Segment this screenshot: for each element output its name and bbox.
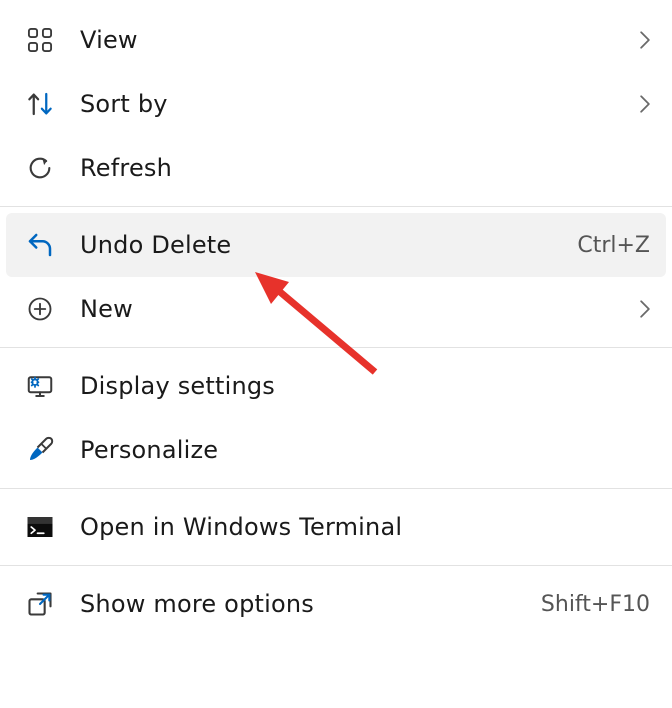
- accelerator: Shift+F10: [541, 592, 650, 617]
- menu-item-label: Show more options: [80, 590, 541, 618]
- personalize-icon: [22, 432, 58, 468]
- divider: [0, 488, 672, 489]
- menu-item-label: Refresh: [80, 154, 654, 182]
- sort-icon: [22, 86, 58, 122]
- refresh-icon: [22, 150, 58, 186]
- undo-icon: [22, 227, 58, 263]
- menu-item-label: Display settings: [80, 372, 654, 400]
- chevron-right-icon: [636, 31, 654, 49]
- menu-item-label: Undo Delete: [80, 231, 577, 259]
- menu-item-label: Personalize: [80, 436, 654, 464]
- menu-item-label: Open in Windows Terminal: [80, 513, 654, 541]
- chevron-right-icon: [636, 95, 654, 113]
- terminal-icon: [22, 509, 58, 545]
- view-icon: [22, 22, 58, 58]
- new-icon: [22, 291, 58, 327]
- menu-item-new[interactable]: New: [0, 277, 672, 341]
- divider: [0, 347, 672, 348]
- show-more-icon: [22, 586, 58, 622]
- menu-item-show-more[interactable]: Show more options Shift+F10: [0, 572, 672, 636]
- menu-item-undo-delete[interactable]: Undo Delete Ctrl+Z: [6, 213, 666, 277]
- divider: [0, 565, 672, 566]
- menu-item-label: View: [80, 26, 630, 54]
- menu-item-open-terminal[interactable]: Open in Windows Terminal: [0, 495, 672, 559]
- display-settings-icon: [22, 368, 58, 404]
- menu-item-label: Sort by: [80, 90, 630, 118]
- chevron-right-icon: [636, 300, 654, 318]
- menu-item-display-settings[interactable]: Display settings: [0, 354, 672, 418]
- menu-item-label: New: [80, 295, 630, 323]
- context-menu: View Sort by: [0, 0, 672, 644]
- menu-item-sort-by[interactable]: Sort by: [0, 72, 672, 136]
- menu-item-refresh[interactable]: Refresh: [0, 136, 672, 200]
- divider: [0, 206, 672, 207]
- accelerator: Ctrl+Z: [577, 233, 650, 258]
- menu-item-view[interactable]: View: [0, 8, 672, 72]
- menu-item-personalize[interactable]: Personalize: [0, 418, 672, 482]
